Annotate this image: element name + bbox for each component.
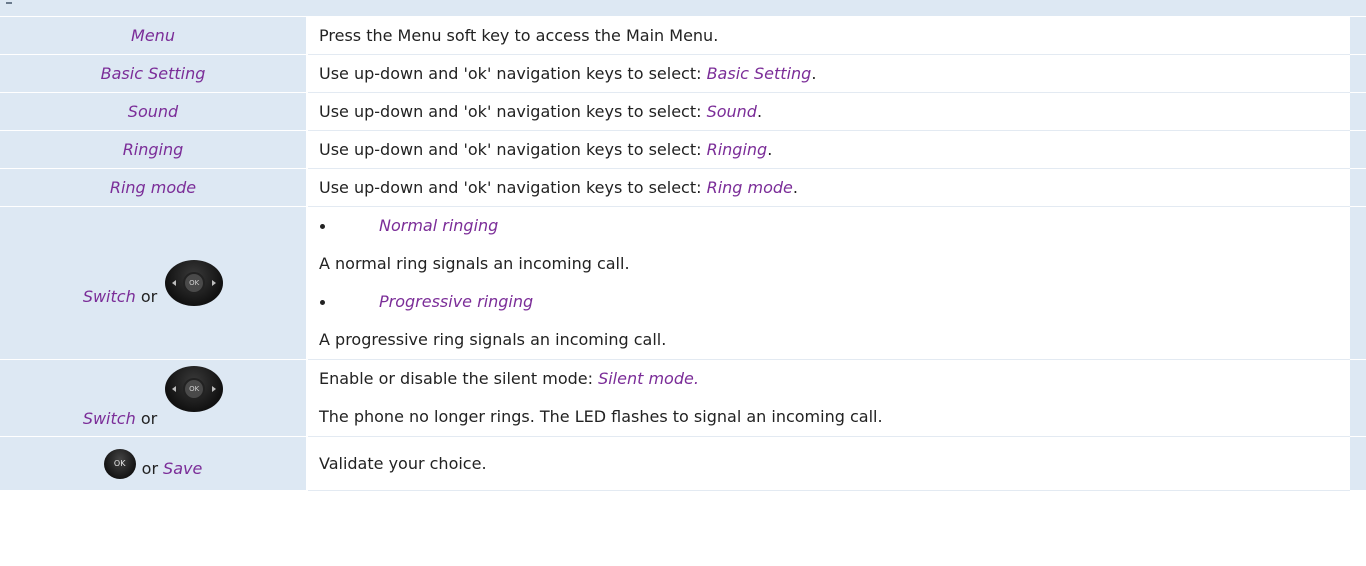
description-text: Validate your choice. [319,454,487,473]
ok-center-icon: OK [183,378,206,400]
table-row: Sound Use up-down and 'ok' navigation ke… [0,92,1366,131]
description-emphasis: Basic Setting [706,64,812,83]
description-cell: Use up-down and 'ok' navigation keys to … [307,92,1350,131]
action-cell: Basic Setting [0,54,308,93]
action-text-group: Switch or [83,409,157,430]
option-label: Progressive ringing [379,292,534,311]
description-cell: Enable or disable the silent mode: Silen… [307,359,1350,437]
action-connector: or [140,409,158,428]
ok-center-icon: OK [183,272,206,294]
margin-cell [1350,168,1366,207]
description-line-2: The phone no longer rings. The LED flash… [319,407,883,426]
description-emphasis: Sound [706,102,757,121]
table-header-band [0,0,1366,16]
margin-cell [1350,359,1366,437]
margin-cell [1350,16,1366,55]
instruction-page: Menu Press the Menu soft key to access t… [0,0,1366,566]
action-cell: Ring mode [0,168,308,207]
margin-cell [1350,436,1366,491]
table-row: OK or Save Validate your choice. [0,436,1366,491]
clipped-heading-fragment [6,0,12,4]
table-row: Switch or OK Enable or disable the silen… [0,359,1366,437]
table-row: Ringing Use up-down and 'ok' navigation … [0,130,1366,169]
action-cell: Ringing [0,130,308,169]
description-suffix: . [756,102,763,121]
ok-key-icon: OK [103,448,136,479]
action-connector: or [141,459,159,478]
description-cell: Use up-down and 'ok' navigation keys to … [307,54,1350,93]
action-cell: Sound [0,92,308,131]
table-row: Ring mode Use up-down and 'ok' navigatio… [0,168,1366,207]
description-prefix: Enable or disable the silent mode: [319,369,599,388]
navigation-key-icon: OK [165,366,224,412]
action-label: Save [163,459,203,478]
option-explanation: A progressive ring signals an incoming c… [319,330,667,349]
left-arrow-icon [172,280,177,286]
navigation-key-icon: OK [165,260,224,306]
margin-cell [1350,92,1366,131]
description-cell: Press the Menu soft key to access the Ma… [307,16,1350,55]
action-text-group: Switch or [83,287,157,306]
margin-cell [1350,130,1366,169]
description-emphasis: Ringing [706,140,768,159]
description-suffix: . [792,178,798,197]
right-arrow-icon [212,386,217,392]
bullet-icon [320,299,325,305]
action-cell: Switch or OK [0,359,308,437]
action-cell: OK or Save [0,436,308,491]
description-prefix: Use up-down and 'ok' navigation keys to … [319,178,707,197]
action-label: Ring mode [109,178,197,197]
description-cell: Use up-down and 'ok' navigation keys to … [307,168,1350,207]
left-arrow-icon [172,386,177,392]
description-cell: Use up-down and 'ok' navigation keys to … [307,130,1350,169]
action-label: Sound [127,102,179,121]
action-cell: Switch or OK [0,206,308,360]
steps-table: Menu Press the Menu soft key to access t… [0,16,1366,491]
bullet-item: Progressive ringing [319,283,1350,321]
bullet-icon [320,223,325,229]
right-arrow-icon [212,280,217,286]
action-label: Ringing [122,140,184,159]
description-emphasis: Ring mode [706,178,793,197]
description-cell: Validate your choice. [307,436,1350,491]
description-suffix: . [811,64,817,83]
bullet-item: Normal ringing [319,207,1350,245]
action-label: Switch [82,409,136,428]
description-cell: Normal ringing A normal ring signals an … [307,206,1350,360]
description-prefix: Use up-down and 'ok' navigation keys to … [319,140,707,159]
table-row: Switch or OK Normal ringing A normal rin… [0,206,1366,360]
action-cell: Menu [0,16,308,55]
margin-cell [1350,206,1366,360]
table-row: Basic Setting Use up-down and 'ok' navig… [0,54,1366,93]
option-label: Normal ringing [379,216,499,235]
action-connector: or [140,287,158,306]
description-prefix: Use up-down and 'ok' navigation keys to … [319,64,707,83]
action-label: Basic Setting [100,64,206,83]
description-line: Enable or disable the silent mode: Silen… [319,360,1350,398]
option-explanation: A normal ring signals an incoming call. [319,254,630,273]
margin-cell [1350,54,1366,93]
description-suffix: . [767,140,773,159]
description-emphasis: Silent mode. [598,369,699,388]
description-text: Press the Menu soft key to access the Ma… [319,26,719,45]
action-label: Switch [82,287,136,306]
table-row: Menu Press the Menu soft key to access t… [0,16,1366,55]
action-label: Menu [131,26,175,45]
description-prefix: Use up-down and 'ok' navigation keys to … [319,102,707,121]
